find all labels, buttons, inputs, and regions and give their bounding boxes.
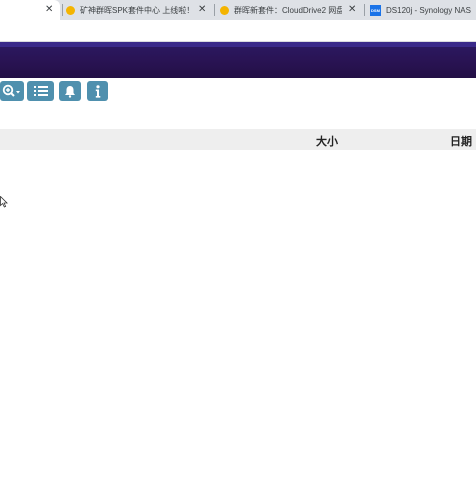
tab-spk-center[interactable]: 矿神群晖SPK套件中心 上线啦！ ✕ <box>66 0 214 20</box>
tab-current[interactable]: ✕ <box>0 0 60 20</box>
file-table-header: 大小 日期 <box>0 129 476 150</box>
info-button[interactable] <box>87 81 108 101</box>
header-accent-strip <box>0 42 476 47</box>
site-favicon-icon <box>220 5 229 15</box>
tab-close-icon[interactable]: ✕ <box>198 5 206 15</box>
tab-label: DS120j - Synology NAS <box>386 5 471 15</box>
tab-label: 矿神群晖SPK套件中心 上线啦！ <box>80 5 192 15</box>
mouse-cursor-icon <box>0 195 8 213</box>
tab-separator <box>214 4 215 16</box>
zoom-dropdown-button[interactable] <box>0 81 24 101</box>
notifications-button[interactable] <box>59 81 81 101</box>
tab-synology[interactable]: DSM DS120j - Synology NAS <box>370 0 476 20</box>
dsm-favicon-icon: DSM <box>370 4 381 16</box>
tab-close-icon[interactable]: ✕ <box>348 5 356 15</box>
column-header-date[interactable]: 日期 <box>450 133 472 149</box>
info-icon <box>95 84 100 98</box>
bell-icon <box>65 85 75 98</box>
list-icon <box>33 86 48 96</box>
browser-tab-strip: ✕ 矿神群晖SPK套件中心 上线啦！ ✕ 群晖新套件：CloudDrive2 网… <box>0 0 476 20</box>
app-header-banner <box>0 42 476 78</box>
column-header-size[interactable]: 大小 <box>316 133 338 149</box>
tab-separator <box>364 4 365 16</box>
file-toolbar <box>0 81 476 101</box>
address-bar[interactable] <box>0 20 476 42</box>
tab-close-icon[interactable]: ✕ <box>45 5 53 15</box>
tab-clouddrive[interactable]: 群晖新套件：CloudDrive2 网盘 ✕ <box>220 0 362 20</box>
zoom-in-icon <box>2 84 20 97</box>
site-favicon-icon <box>66 5 75 15</box>
tab-separator <box>62 4 63 16</box>
tab-label: 群晖新套件：CloudDrive2 网盘 <box>234 5 342 15</box>
list-view-button[interactable] <box>27 81 54 101</box>
